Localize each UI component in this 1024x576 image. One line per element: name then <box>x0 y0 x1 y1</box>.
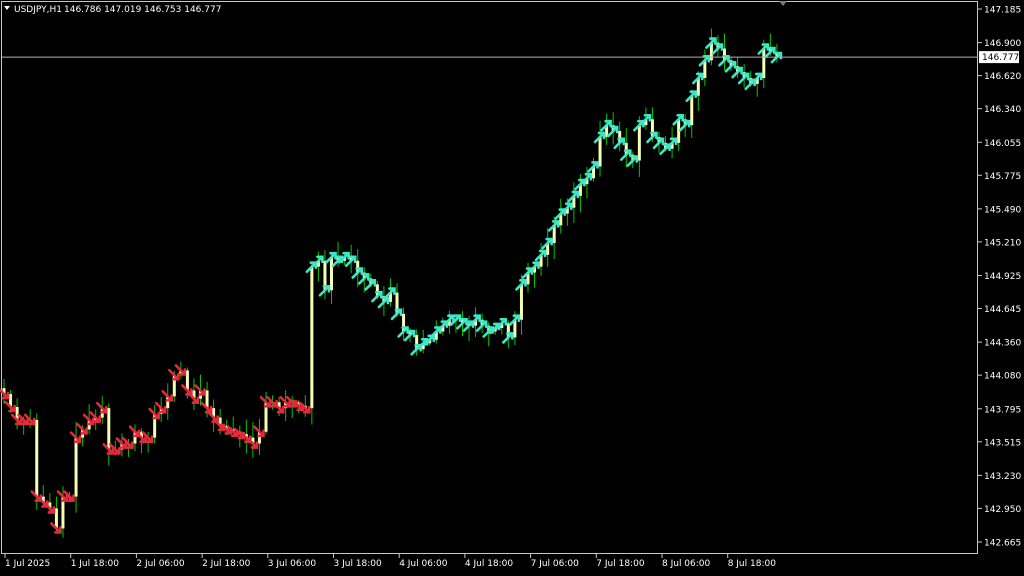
x-tick-label: 7 Jul 06:00 <box>531 559 580 569</box>
y-tick-label: 144.645 <box>984 305 1021 315</box>
x-tick-label: 3 Jul 18:00 <box>334 559 383 569</box>
y-tick-label: 145.490 <box>984 205 1021 215</box>
x-tick-label: 4 Jul 18:00 <box>465 559 514 569</box>
candle-body <box>35 419 39 497</box>
x-tick-label: 3 Jul 06:00 <box>268 559 317 569</box>
chart-header: USDJPY,H1 146.786 147.019 146.753 146.77… <box>4 5 221 15</box>
y-tick-label: 144.080 <box>984 372 1021 382</box>
y-tick-label: 147.185 <box>984 6 1021 16</box>
x-tick-label: 1 Jul 18:00 <box>71 559 120 569</box>
y-tick-label: 143.795 <box>984 405 1021 415</box>
y-tick-label: 143.230 <box>984 472 1021 482</box>
chart-window[interactable]: USDJPY,H1 146.786 147.019 146.753 146.77… <box>0 0 1024 572</box>
y-tick-label: 144.925 <box>984 272 1021 282</box>
y-tick-label: 146.620 <box>984 72 1021 82</box>
x-tick-label: 2 Jul 06:00 <box>136 559 185 569</box>
y-tick-label: 146.340 <box>984 105 1021 115</box>
x-tick-label: 8 Jul 18:00 <box>728 559 777 569</box>
x-tick-label: 1 Jul 2025 <box>5 559 50 569</box>
ohlc-values: 146.786 147.019 146.753 146.777 <box>64 5 221 15</box>
y-tick-label: 144.360 <box>984 339 1021 349</box>
x-tick-label: 4 Jul 06:00 <box>399 559 448 569</box>
x-tick-label: 7 Jul 18:00 <box>596 559 645 569</box>
y-tick-label: 145.775 <box>984 172 1021 182</box>
candle-body <box>519 284 523 320</box>
current-price-tag-label: 146.777 <box>982 53 1019 63</box>
candle-body <box>74 437 78 497</box>
candle-body <box>598 136 602 167</box>
y-tick-label: 146.055 <box>984 139 1021 149</box>
symbol-label: USDJPY,H1 <box>14 5 62 15</box>
candle-body <box>762 48 766 78</box>
y-tick-label: 146.900 <box>984 39 1021 49</box>
y-tick-label: 145.210 <box>984 238 1021 248</box>
candle-body <box>185 370 189 391</box>
candle-body <box>310 266 314 409</box>
y-tick-label: 142.665 <box>984 539 1021 549</box>
x-tick-label: 2 Jul 18:00 <box>202 559 251 569</box>
y-tick-label: 143.515 <box>984 438 1021 448</box>
candle-body <box>637 125 641 161</box>
candle-body <box>690 95 694 126</box>
candle-body <box>54 508 58 529</box>
price-chart[interactable]: USDJPY,H1 146.786 147.019 146.753 146.77… <box>0 0 1024 572</box>
x-tick-label: 8 Jul 06:00 <box>662 559 711 569</box>
y-tick-label: 142.950 <box>984 505 1021 515</box>
candle-body <box>330 257 333 291</box>
